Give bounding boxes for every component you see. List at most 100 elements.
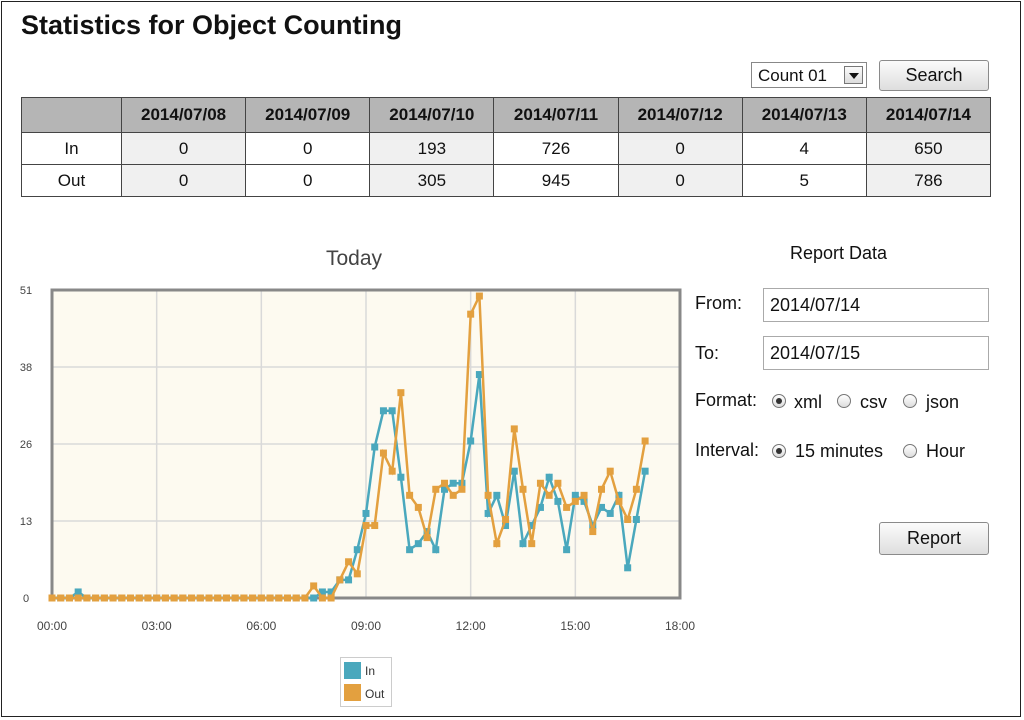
table-cell: 945 — [493, 164, 619, 197]
data-point-in — [362, 509, 370, 517]
row-label: In — [21, 132, 122, 165]
report-data-title: Report Data — [790, 243, 888, 263]
data-point-in — [510, 467, 518, 475]
table-cell: 5 — [741, 164, 867, 197]
data-point-out — [519, 485, 527, 493]
data-point-out — [222, 594, 230, 602]
data-point-in — [379, 407, 387, 415]
table-cell: 0 — [120, 132, 247, 165]
data-point-out — [240, 594, 248, 602]
data-point-out — [632, 485, 640, 493]
search-button[interactable]: Search — [879, 60, 989, 91]
data-point-out — [432, 485, 440, 493]
to-label: To: — [695, 343, 720, 363]
interval-hour-label[interactable]: Hour — [926, 441, 965, 462]
data-point-out — [536, 479, 544, 487]
report-button[interactable]: Report — [879, 522, 989, 555]
data-point-out — [284, 594, 291, 602]
data-point-out — [528, 540, 536, 548]
legend-swatch-out — [344, 684, 361, 701]
data-point-in — [493, 491, 501, 499]
data-point-in — [606, 509, 614, 517]
data-point-in — [632, 515, 640, 523]
data-point-out — [48, 594, 56, 602]
format-csv-label[interactable]: csv — [860, 392, 887, 413]
table-row-out: Out 0 0 305 945 0 5 786 — [21, 164, 992, 197]
data-point-in — [571, 491, 579, 499]
data-point-in — [406, 546, 414, 554]
data-point-out — [196, 594, 204, 602]
data-point-out — [563, 503, 571, 511]
data-point-out — [353, 570, 361, 578]
table-cell: 650 — [865, 132, 992, 165]
data-point-out — [214, 594, 222, 602]
data-point-out — [502, 515, 510, 523]
x-tick-label: 09:00 — [351, 619, 381, 633]
data-point-out — [475, 292, 483, 300]
data-point-out — [144, 594, 152, 602]
table-cell: 0 — [245, 132, 371, 165]
interval-15min-label[interactable]: 15 minutes — [795, 441, 883, 462]
data-point-out — [310, 582, 318, 590]
data-point-out — [83, 594, 91, 602]
data-point-in — [563, 546, 571, 554]
data-point-out — [266, 594, 274, 602]
data-point-in — [388, 407, 396, 415]
data-point-in — [624, 564, 632, 572]
data-point-in — [371, 443, 379, 451]
interval-hour-radio[interactable] — [903, 444, 917, 458]
chevron-down-icon[interactable] — [844, 66, 863, 84]
interval-15min-radio[interactable] — [772, 444, 786, 458]
data-point-out — [589, 528, 597, 536]
data-point-out — [188, 594, 196, 602]
x-tick-label: 03:00 — [142, 619, 172, 633]
row-label: Out — [21, 164, 122, 197]
y-tick-label: 26 — [20, 439, 32, 451]
data-point-out — [580, 491, 588, 499]
counter-select-value: Count 01 — [758, 66, 827, 85]
to-date-input[interactable] — [763, 336, 989, 370]
data-point-out — [571, 497, 579, 505]
data-point-out — [292, 594, 300, 602]
data-point-out — [371, 522, 379, 530]
data-point-in — [641, 467, 649, 475]
format-xml-radio[interactable] — [772, 394, 786, 408]
data-point-out — [257, 594, 265, 602]
format-json-label[interactable]: json — [926, 392, 959, 413]
y-tick-label: 38 — [20, 362, 32, 374]
format-csv-radio[interactable] — [837, 394, 851, 408]
data-point-out — [179, 594, 187, 602]
data-point-in — [432, 546, 440, 554]
data-point-out — [449, 491, 457, 499]
table-cell: 305 — [369, 164, 495, 197]
format-json-radio[interactable] — [903, 394, 917, 408]
data-point-out — [379, 449, 387, 457]
data-point-out — [388, 467, 396, 475]
data-point-out — [624, 515, 632, 523]
data-point-out — [423, 534, 431, 542]
counter-select[interactable]: Count 01 — [751, 62, 867, 88]
data-point-out — [484, 491, 492, 499]
data-point-in — [449, 479, 457, 487]
data-point-out — [118, 594, 126, 602]
data-point-out — [109, 594, 117, 602]
data-point-out — [135, 594, 143, 602]
data-point-out — [414, 503, 422, 511]
table-header-date: 2014/07/11 — [493, 97, 619, 133]
data-point-out — [397, 389, 405, 397]
interval-label: Interval: — [695, 440, 760, 460]
format-xml-label[interactable]: xml — [794, 392, 822, 413]
table-row-in: In 0 0 193 726 0 4 650 — [21, 132, 992, 165]
from-date-input[interactable] — [763, 288, 989, 322]
data-point-out — [598, 485, 605, 493]
line-chart: 00:00 03:00 06:00 09:00 12:00 15:00 18:00 0 13 26… — [20, 285, 695, 633]
table-header-date: 2014/07/13 — [741, 97, 867, 133]
data-point-in — [74, 588, 82, 596]
data-point-out — [318, 594, 326, 602]
table-header-date: 2014/07/08 — [120, 97, 247, 133]
data-point-out — [615, 497, 623, 505]
data-point-out — [441, 479, 448, 487]
table-header-date: 2014/07/14 — [865, 97, 992, 133]
data-point-out — [153, 594, 161, 602]
data-point-out — [231, 594, 239, 602]
